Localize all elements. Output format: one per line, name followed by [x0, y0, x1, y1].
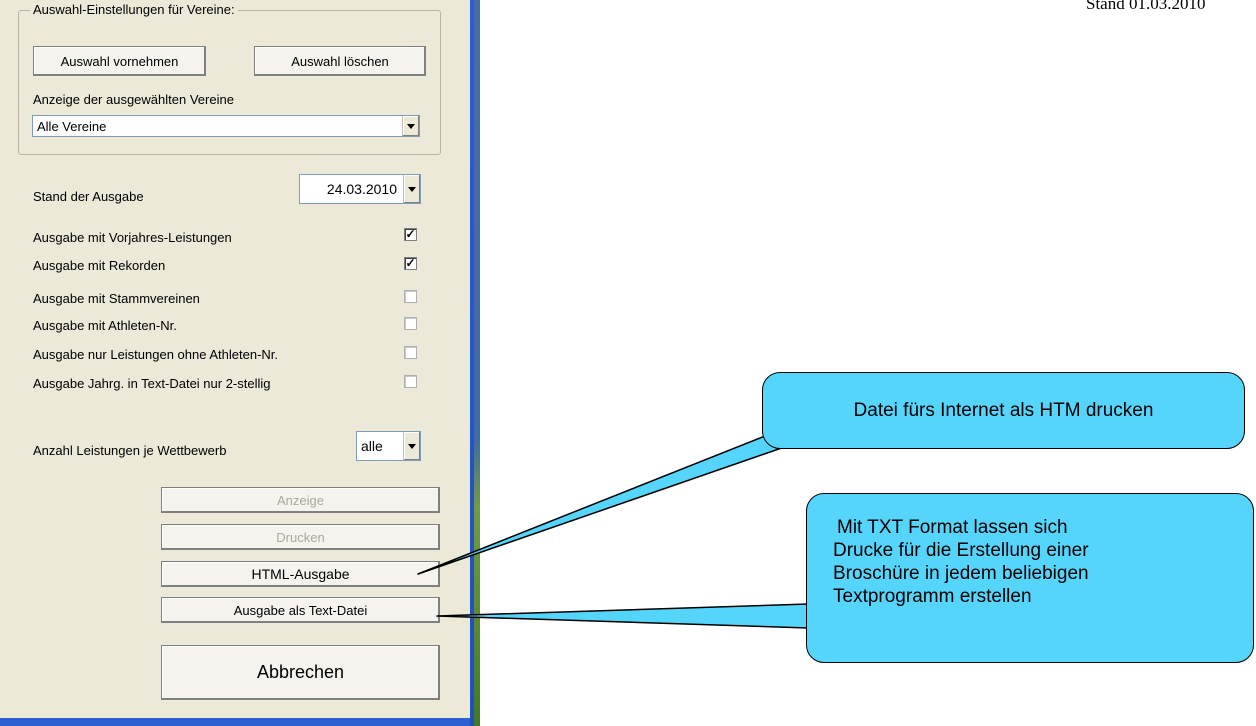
- txt-callout-line: Broschüre in jedem beliebigen: [833, 563, 1089, 584]
- txt-callout-line: Textprogramm erstellen: [833, 586, 1032, 607]
- htm-callout: Datei fürs Internet als HTM drucken: [762, 372, 1245, 449]
- txt-callout-line: Drucke für die Erstellung einer: [833, 540, 1089, 561]
- htm-callout-pointer: [417, 433, 823, 575]
- txt-callout: Mit TXT Format lassen sich Drucke für di…: [806, 493, 1254, 663]
- txt-callout-line: Mit TXT Format lassen sich: [837, 517, 1068, 538]
- txt-callout-pointer: [436, 603, 809, 629]
